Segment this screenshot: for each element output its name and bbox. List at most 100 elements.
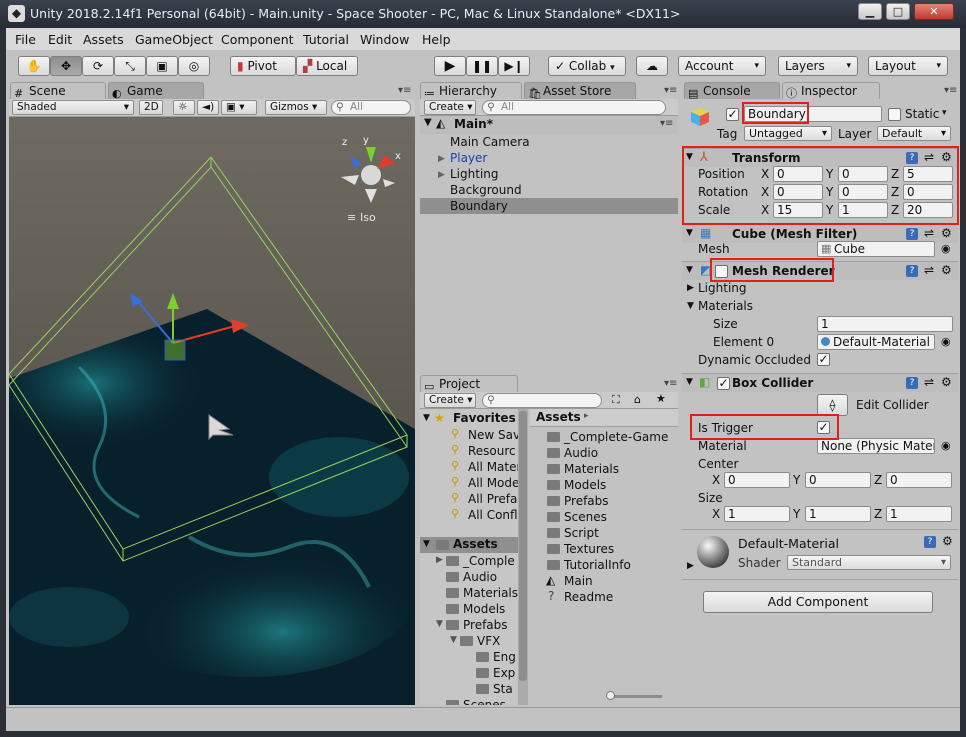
favorites-item[interactable]: New Sav bbox=[468, 427, 520, 443]
component-gear-icon[interactable]: ⚙ bbox=[941, 263, 952, 277]
help-book-icon[interactable]: ? bbox=[906, 265, 918, 277]
component-gear-icon[interactable]: ⚙ bbox=[941, 375, 952, 389]
menu-window[interactable]: Window bbox=[360, 32, 409, 47]
materials-size-input[interactable]: 1 bbox=[817, 316, 953, 332]
play-button[interactable]: ▶ bbox=[434, 56, 466, 76]
favorites-item[interactable]: All Confl bbox=[468, 507, 518, 523]
preset-icon[interactable]: ⇌ bbox=[924, 263, 934, 277]
menu-help[interactable]: Help bbox=[422, 32, 451, 47]
tab-console[interactable]: ▤ Console bbox=[684, 82, 780, 100]
hierarchy-item[interactable]: Boundary bbox=[420, 198, 678, 214]
gizmos-dropdown[interactable]: Gizmos ▾ bbox=[265, 100, 327, 115]
close-button[interactable]: ✕ bbox=[914, 3, 954, 20]
move-tool-button[interactable]: ✥ bbox=[50, 56, 82, 76]
tab-game[interactable]: ◐ Game bbox=[108, 82, 204, 100]
layers-dropdown[interactable]: Layers ▾ bbox=[778, 56, 858, 76]
menu-assets[interactable]: Assets bbox=[83, 32, 124, 47]
material-gear-icon[interactable]: ⚙ bbox=[942, 534, 953, 548]
transform-scale-y-input[interactable]: 1 bbox=[838, 202, 888, 218]
help-book-icon[interactable]: ? bbox=[906, 377, 918, 389]
tab-asset-store[interactable]: 🛍 Asset Store bbox=[524, 82, 636, 100]
pause-button[interactable]: ❚❚ bbox=[466, 56, 498, 76]
hierarchy-item[interactable]: Background bbox=[420, 182, 678, 198]
project-file-item[interactable]: Prefabs bbox=[564, 493, 609, 509]
collab-dropdown[interactable]: ✓ Collab ▾ bbox=[548, 56, 626, 76]
favorites-item[interactable]: All Prefa bbox=[468, 491, 517, 507]
mesh-field[interactable]: ▦ Cube bbox=[817, 241, 935, 257]
tab-inspector[interactable]: ⓘ Inspector bbox=[782, 82, 880, 100]
object-picker-icon[interactable]: ◉ bbox=[941, 242, 951, 255]
scene-header-row[interactable]: ▼ ◭ Main* ▾≡ bbox=[420, 116, 678, 134]
menu-component[interactable]: Component bbox=[221, 32, 294, 47]
maximize-button[interactable]: □ bbox=[886, 3, 910, 20]
transform-scale-z-input[interactable]: 20 bbox=[903, 202, 953, 218]
menu-tutorial[interactable]: Tutorial bbox=[303, 32, 349, 47]
preset-icon[interactable]: ⇌ bbox=[924, 150, 934, 164]
tab-hierarchy[interactable]: ≔ Hierarchy bbox=[420, 82, 522, 100]
element0-material-field[interactable]: Default-Material bbox=[817, 334, 935, 350]
transform-tool-button[interactable]: ◎ bbox=[178, 56, 210, 76]
preset-icon[interactable]: ⇌ bbox=[924, 375, 934, 389]
project-file-item[interactable]: Audio bbox=[564, 445, 598, 461]
inspector-menu-icon[interactable]: ▾≡ bbox=[944, 85, 957, 96]
assets-tree-item[interactable]: Materials bbox=[463, 585, 518, 601]
help-book-icon[interactable]: ? bbox=[906, 228, 918, 240]
panel-menu-icon[interactable]: ▾≡ bbox=[398, 85, 411, 96]
icon-size-slider-thumb[interactable] bbox=[606, 691, 615, 700]
edit-collider-button[interactable]: ⟠ bbox=[817, 394, 848, 416]
static-checkbox[interactable] bbox=[888, 108, 901, 121]
rect-tool-button[interactable]: ▣ bbox=[146, 56, 178, 76]
object-picker-icon[interactable]: ◉ bbox=[941, 335, 951, 348]
box-collider-enabled-checkbox[interactable]: ✓ bbox=[717, 377, 730, 390]
is-trigger-checkbox[interactable]: ✓ bbox=[817, 421, 830, 434]
lighting-foldout[interactable]: Lighting bbox=[698, 280, 747, 296]
assets-tree-item[interactable]: Scenes bbox=[463, 697, 506, 705]
favorites-item[interactable]: All Mater bbox=[468, 459, 521, 475]
hand-tool-button[interactable]: ✋ bbox=[18, 56, 50, 76]
hierarchy-search-input[interactable]: ⚲ All bbox=[482, 100, 666, 115]
cloud-button[interactable]: ☁ bbox=[636, 56, 668, 76]
mesh-renderer-enabled-checkbox[interactable] bbox=[715, 265, 728, 278]
help-book-icon[interactable]: ? bbox=[924, 536, 936, 548]
project-file-item[interactable]: Script bbox=[564, 525, 599, 541]
static-dropdown-icon[interactable]: ▾ bbox=[942, 108, 947, 118]
assets-tree-item[interactable]: Eng bbox=[493, 649, 516, 665]
project-create-button[interactable]: Create ▾ bbox=[424, 393, 476, 408]
icon-size-slider[interactable] bbox=[610, 695, 662, 698]
menu-edit[interactable]: Edit bbox=[48, 32, 72, 47]
dynamic-occluded-checkbox[interactable]: ✓ bbox=[817, 353, 830, 366]
project-file-item[interactable]: _Complete-Game bbox=[564, 429, 668, 445]
project-file-item[interactable]: Textures bbox=[564, 541, 614, 557]
assets-tree-item[interactable]: Prefabs bbox=[463, 617, 508, 633]
expanded-arrow-icon[interactable]: ▼ bbox=[687, 301, 694, 311]
assets-tree-item[interactable]: Models bbox=[463, 601, 505, 617]
assets-tree-item[interactable]: VFX bbox=[477, 633, 500, 649]
transform-rotation-z-input[interactable]: 0 bbox=[903, 184, 953, 200]
breadcrumb-assets[interactable]: Assets bbox=[536, 410, 581, 424]
transform-position-y-input[interactable]: 0 bbox=[838, 166, 888, 182]
assets-tree-item[interactable]: Audio bbox=[463, 569, 497, 585]
filter-by-label-icon[interactable]: ⌂ bbox=[634, 393, 641, 406]
collapsed-arrow-icon[interactable]: ▶ bbox=[438, 151, 445, 167]
preset-icon[interactable]: ⇌ bbox=[924, 226, 934, 240]
assets-tree-item[interactable]: Sta bbox=[493, 681, 513, 697]
collider-center-y-input[interactable]: 0 bbox=[805, 472, 871, 488]
pivot-toggle[interactable]: ▮ Pivot bbox=[230, 56, 296, 76]
menu-file[interactable]: File bbox=[15, 32, 36, 47]
collapsed-arrow-icon[interactable]: ▶ bbox=[687, 283, 694, 293]
box-collider-header[interactable]: ▼ ◧ ✓ Box Collider ? ⇌ ⚙ bbox=[682, 373, 958, 392]
assets-tree-item[interactable]: Exp bbox=[493, 665, 515, 681]
menu-gameobject[interactable]: GameObject bbox=[135, 32, 213, 47]
favorites-item[interactable]: All Mode bbox=[468, 475, 519, 491]
transform-rotation-y-input[interactable]: 0 bbox=[838, 184, 888, 200]
2d-toggle[interactable]: 2D bbox=[139, 100, 163, 115]
component-gear-icon[interactable]: ⚙ bbox=[941, 150, 952, 164]
project-file-item[interactable]: Models bbox=[564, 477, 606, 493]
filter-by-type-icon[interactable]: ⛶ bbox=[612, 393, 620, 407]
assets-tree-item[interactable]: _Comple bbox=[463, 553, 515, 569]
shading-mode-dropdown[interactable]: Shaded ▾ bbox=[12, 100, 134, 115]
collider-size-y-input[interactable]: 1 bbox=[805, 506, 871, 522]
collider-size-z-input[interactable]: 1 bbox=[886, 506, 952, 522]
project-file-item[interactable]: Readme bbox=[564, 589, 613, 605]
collider-size-x-input[interactable]: 1 bbox=[724, 506, 790, 522]
